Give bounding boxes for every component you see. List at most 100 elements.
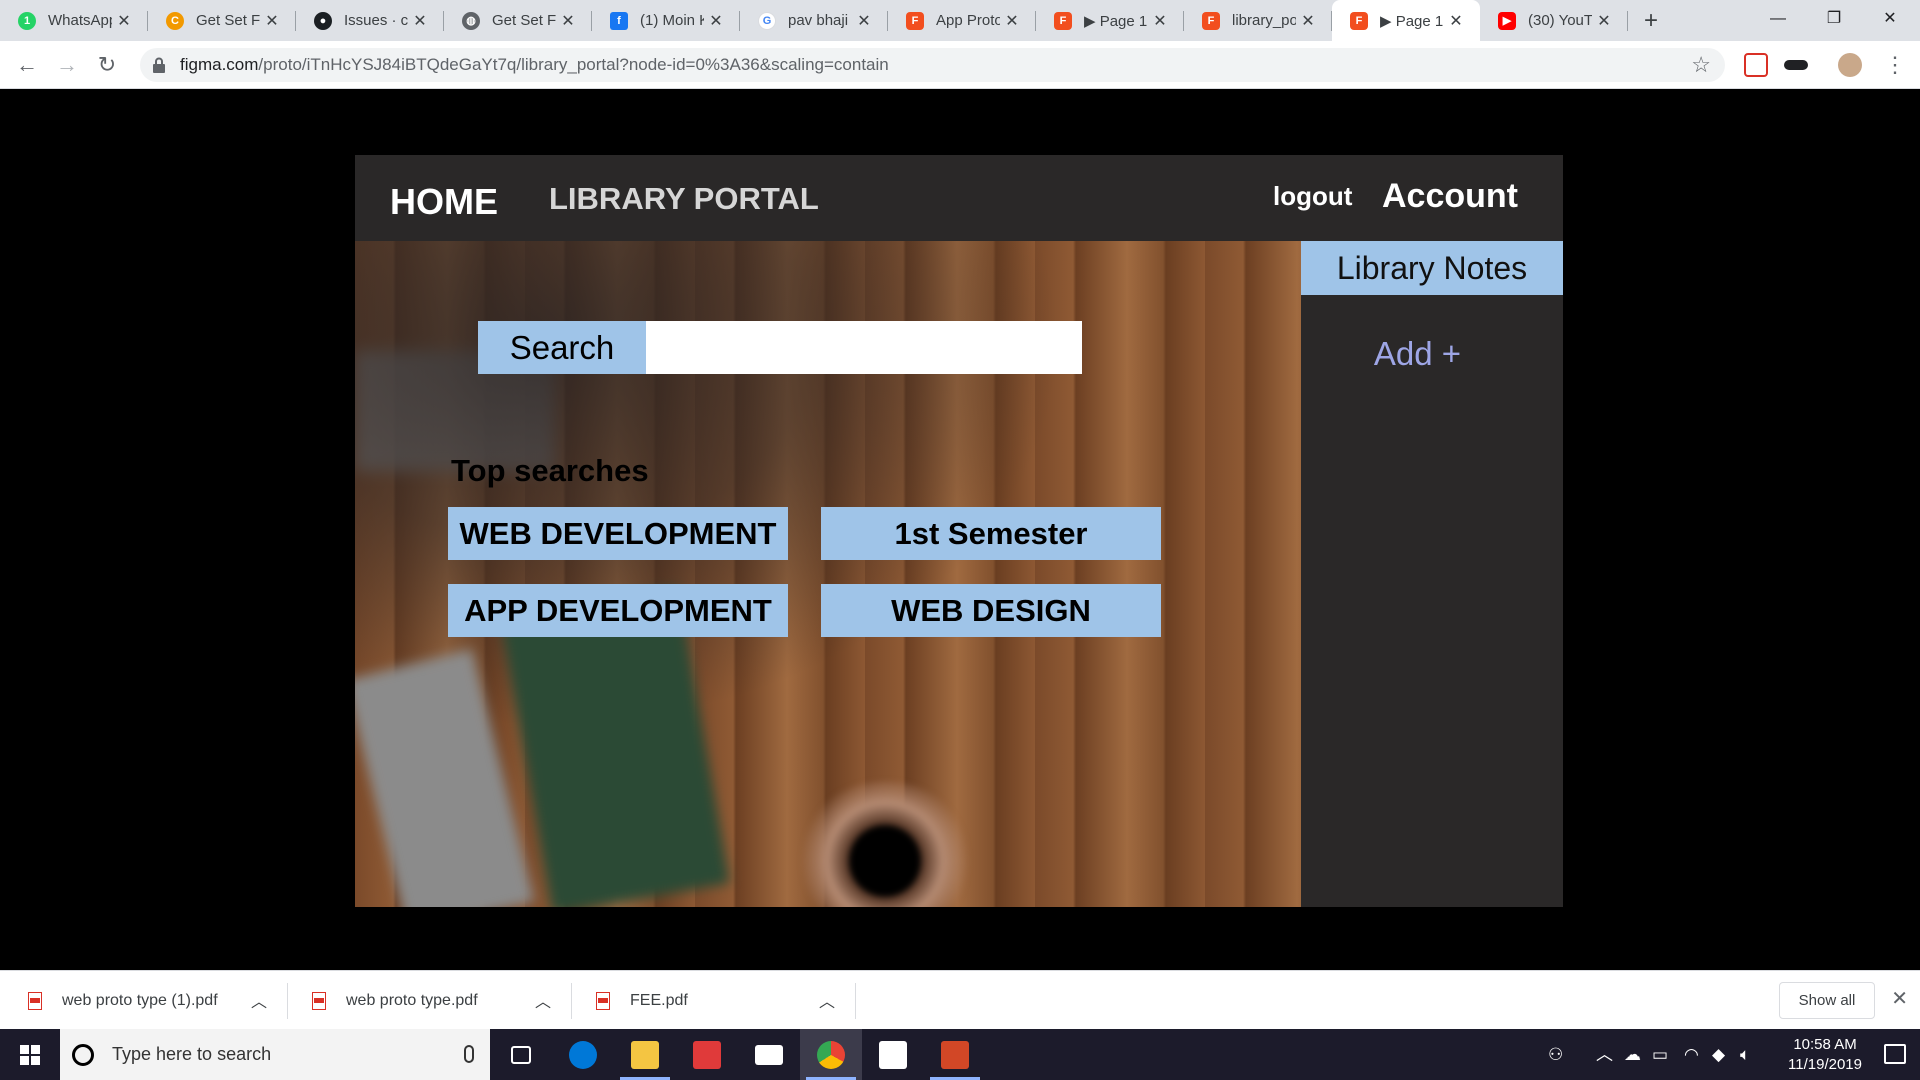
tab-facebook[interactable]: f (1) Moin K ✕ — [592, 0, 740, 41]
download-item[interactable]: web proto type.pdf — [312, 971, 478, 1030]
clock-date: 11/19/2019 — [1788, 1056, 1862, 1073]
edge-browser-icon[interactable] — [552, 1029, 614, 1080]
forward-icon[interactable]: → — [52, 50, 82, 80]
pocket-extension-icon[interactable] — [1744, 53, 1768, 77]
chevron-up-icon[interactable]: ︿ — [819, 988, 835, 1012]
gift-app-icon[interactable] — [676, 1029, 738, 1080]
menu-kebab-icon[interactable]: ⋮ — [1880, 50, 1910, 80]
tab-page1-active[interactable]: F ▶ Page 1 ✕ — [1332, 0, 1480, 41]
tab-title: (1) Moin K — [640, 12, 704, 29]
chevron-up-icon[interactable]: ︿ — [535, 988, 551, 1012]
back-icon[interactable]: ← — [12, 50, 42, 80]
tab-google-search[interactable]: G pav bhaji ✕ — [740, 0, 888, 41]
close-tab-icon[interactable]: ✕ — [1444, 11, 1468, 31]
top-search-web-design[interactable]: WEB DESIGN — [821, 584, 1161, 637]
tab-getset[interactable]: C Get Set FC ✕ — [148, 0, 296, 41]
close-tab-icon[interactable]: ✕ — [1296, 11, 1320, 31]
close-tab-icon[interactable]: ✕ — [112, 11, 136, 31]
tab-getset-2[interactable]: ◍ Get Set FC ✕ — [444, 0, 592, 41]
tab-app-proto[interactable]: F App Proto ✕ — [888, 0, 1036, 41]
chevron-up-icon[interactable]: ︿ — [251, 988, 267, 1012]
account-link[interactable]: Account — [1382, 177, 1518, 216]
show-all-downloads-button[interactable]: Show all — [1779, 982, 1875, 1019]
tab-title: Get Set FC — [492, 12, 556, 29]
pdf-file-icon — [312, 991, 326, 1010]
taskbar-search-box[interactable]: Type here to search — [60, 1029, 490, 1080]
volume-icon[interactable]: 🔈︎ — [1740, 1029, 1750, 1080]
restore-window-icon[interactable]: ❐ — [1806, 0, 1862, 41]
close-tab-icon[interactable]: ✕ — [408, 11, 432, 31]
figma-icon: F — [906, 11, 924, 30]
close-tab-icon[interactable]: ✕ — [1592, 11, 1616, 31]
nav-home-link[interactable]: HOME — [390, 181, 498, 223]
windows-logo-icon — [20, 1044, 40, 1065]
github-icon: ● — [314, 11, 332, 30]
chrome-icon[interactable] — [800, 1029, 862, 1080]
getset-icon: C — [166, 11, 184, 30]
add-note-button[interactable]: Add + — [1301, 335, 1534, 373]
close-tab-icon[interactable]: ✕ — [556, 11, 580, 31]
tab-title: Get Set FC — [196, 12, 260, 29]
close-tab-icon[interactable]: ✕ — [1000, 11, 1024, 31]
hero-background: Search Top searches WEB DEVELOPMENT 1st … — [355, 241, 1301, 907]
profile-avatar[interactable] — [1838, 53, 1862, 77]
file-explorer-icon[interactable] — [614, 1029, 676, 1080]
tab-library-portal[interactable]: F library_po ✕ — [1184, 0, 1332, 41]
figma-icon: F — [1202, 11, 1220, 30]
tab-page1[interactable]: F ▶ Page 1 ✕ — [1036, 0, 1184, 41]
tab-github-issues[interactable]: ● Issues · ch ✕ — [296, 0, 444, 41]
pdf-file-icon — [596, 991, 610, 1010]
wifi-icon[interactable]: ◠ — [1684, 1029, 1699, 1080]
nav-library-portal-link[interactable]: LIBRARY PORTAL — [549, 181, 819, 217]
top-search-app-development[interactable]: APP DEVELOPMENT — [448, 584, 788, 637]
chevron-up-icon[interactable]: ︿ — [1596, 1029, 1613, 1080]
close-downloads-icon[interactable]: ✕ — [1891, 986, 1908, 1011]
close-window-icon[interactable]: ✕ — [1862, 0, 1918, 41]
logout-link[interactable]: logout — [1273, 181, 1352, 212]
tab-youtube[interactable]: ▶ (30) YouTu ✕ — [1480, 0, 1628, 41]
battery-icon[interactable]: ▭ — [1652, 1029, 1668, 1080]
prototype-frame: HOME LIBRARY PORTAL logout Account Searc… — [355, 155, 1563, 907]
download-filename: web proto type.pdf — [346, 991, 478, 1009]
search-button[interactable]: Search — [478, 321, 646, 374]
top-search-1st-semester[interactable]: 1st Semester — [821, 507, 1161, 560]
url-path: /proto/iTnHcYSJ84iBTQdeGaYt7q/library_po… — [258, 55, 889, 74]
mail-icon[interactable] — [738, 1029, 800, 1080]
tab-title: App Proto — [936, 12, 1000, 29]
close-tab-icon[interactable]: ✕ — [704, 11, 728, 31]
action-center-icon[interactable] — [1884, 1044, 1906, 1064]
close-tab-icon[interactable]: ✕ — [260, 11, 284, 31]
tab-title: Issues · ch — [344, 12, 408, 29]
new-tab-button[interactable]: + — [1628, 0, 1674, 41]
top-search-web-development[interactable]: WEB DEVELOPMENT — [448, 507, 788, 560]
top-searches-title: Top searches — [451, 453, 649, 488]
tab-whatsapp[interactable]: 1 WhatsApp ✕ — [0, 0, 148, 41]
address-bar[interactable]: figma.com/proto/iTnHcYSJ84iBTQdeGaYt7q/l… — [140, 48, 1725, 82]
download-item[interactable]: web proto type (1).pdf — [28, 971, 218, 1030]
download-item[interactable]: FEE.pdf — [596, 971, 688, 1030]
cortana-icon — [72, 1043, 94, 1066]
globe-icon: ◍ — [462, 11, 480, 30]
dropbox-icon[interactable]: ◆ — [1712, 1029, 1725, 1080]
downloads-bar: web proto type (1).pdf ︿ web proto type.… — [0, 970, 1920, 1029]
download-filename: FEE.pdf — [630, 991, 688, 1009]
tab-title: WhatsApp — [48, 12, 112, 29]
onedrive-icon[interactable]: ☁ — [1624, 1029, 1641, 1080]
minimize-window-icon[interactable]: — — [1750, 0, 1806, 41]
tab-strip: 1 WhatsApp ✕ C Get Set FC ✕ ● Issues · c… — [0, 0, 1920, 41]
people-icon[interactable]: ⚇ — [1548, 1029, 1563, 1080]
close-tab-icon[interactable]: ✕ — [1148, 11, 1172, 31]
reload-icon[interactable]: ↻ — [92, 50, 122, 80]
facebook-icon: f — [610, 11, 628, 30]
lock-icon — [153, 57, 165, 73]
close-tab-icon[interactable]: ✕ — [852, 11, 876, 31]
incognito-extension-icon[interactable] — [1784, 60, 1808, 70]
store-icon[interactable] — [862, 1029, 924, 1080]
microphone-icon[interactable] — [464, 1045, 474, 1063]
start-button[interactable] — [0, 1029, 60, 1080]
task-view-icon[interactable] — [490, 1029, 552, 1080]
powerpoint-icon[interactable] — [924, 1029, 986, 1080]
taskbar-clock[interactable]: 10:58 AM 11/19/2019 — [1788, 1035, 1862, 1075]
bookmark-star-icon[interactable]: ☆ — [1691, 52, 1711, 78]
search-input[interactable] — [646, 321, 1082, 374]
